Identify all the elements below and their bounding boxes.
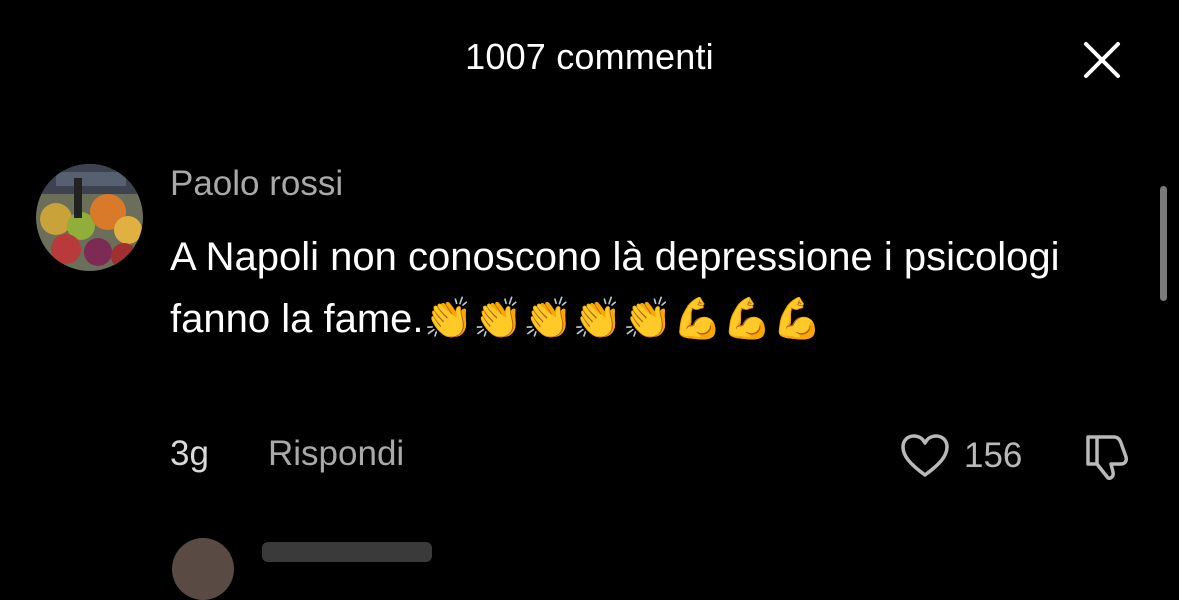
avatar[interactable] <box>36 164 143 271</box>
dislike-button[interactable] <box>1082 428 1134 484</box>
close-button[interactable] <box>1078 36 1126 84</box>
next-comment-avatar[interactable] <box>172 538 234 600</box>
comment-timestamp: 3g <box>170 434 209 473</box>
reply-button[interactable]: Rispondi <box>268 434 404 474</box>
scrollbar[interactable] <box>1160 186 1167 301</box>
comment-username[interactable]: Paolo rossi <box>170 164 343 204</box>
thumbs-down-icon <box>1086 435 1128 480</box>
avatar-image <box>36 164 143 271</box>
next-comment-username[interactable] <box>262 542 432 562</box>
heart-icon <box>901 434 949 477</box>
close-icon <box>1084 42 1120 78</box>
like-count: 156 <box>964 436 1023 475</box>
comment-body: A Napoli non conoscono là depressione i … <box>170 226 1070 350</box>
comment-emojis: 👏👏👏👏👏💪💪💪 <box>423 296 822 342</box>
like-button[interactable]: 156 <box>900 428 1022 484</box>
comments-count-title: 1007 commenti <box>465 36 714 77</box>
